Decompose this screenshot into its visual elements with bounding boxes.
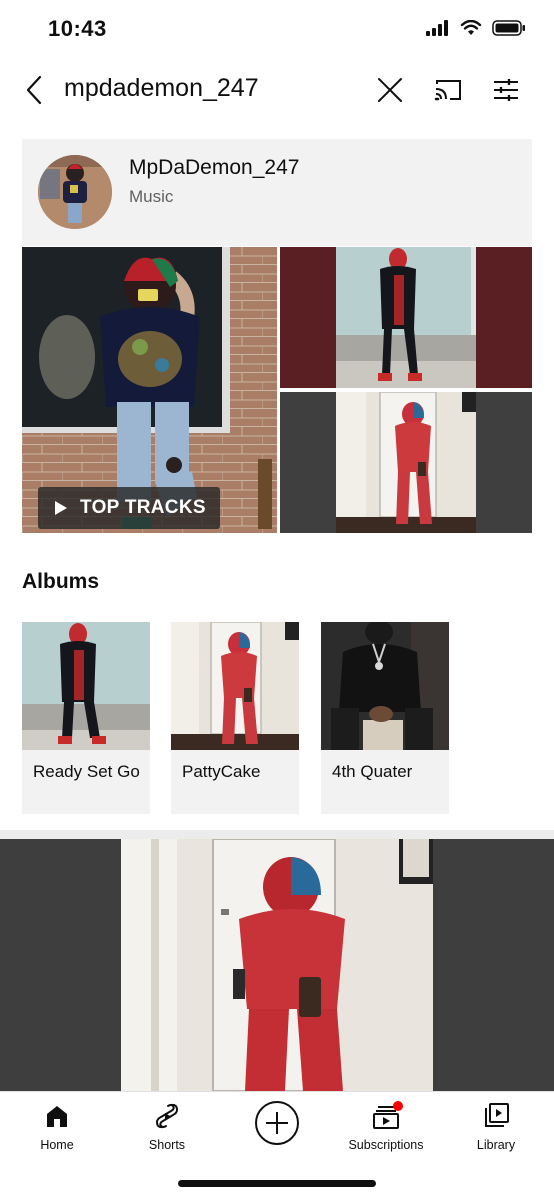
section-divider: [0, 830, 554, 839]
top-tracks-tile[interactable]: TOP TRACKS: [22, 247, 277, 533]
close-icon: [378, 78, 402, 102]
nav-label-library: Library: [476, 1138, 516, 1152]
album-art-4th-quater: [321, 622, 449, 750]
album-art-ready-set-go: [22, 622, 150, 750]
artist-card[interactable]: MpDaDemon_247 Music: [22, 139, 532, 246]
artist-category: Music: [129, 187, 174, 206]
artist-mosaic: TOP TRACKS: [22, 247, 532, 533]
mosaic-tile-top-right[interactable]: [280, 247, 532, 388]
back-button[interactable]: [18, 72, 50, 108]
search-header: mpdademon_247: [0, 60, 554, 120]
search-input[interactable]: mpdademon_247: [64, 74, 259, 103]
library-icon: [485, 1103, 509, 1127]
shorts-icon: [155, 1103, 179, 1129]
mosaic-photo-top-right: [280, 247, 532, 388]
create-button[interactable]: [254, 1100, 300, 1146]
album-art-pattycake: [171, 622, 299, 750]
status-time: 10:43: [48, 16, 107, 41]
albums-heading: Albums: [22, 570, 100, 593]
nav-item-shorts[interactable]: Shorts: [117, 1102, 217, 1158]
album-card-ready-set-go[interactable]: Ready Set Go: [22, 622, 150, 814]
mosaic-tile-bottom-right[interactable]: [280, 392, 532, 533]
nav-item-home[interactable]: Home: [7, 1102, 107, 1158]
top-tracks-label: TOP TRACKS: [80, 497, 206, 518]
status-icons: [426, 20, 526, 36]
notification-dot: [393, 1101, 403, 1111]
home-indicator[interactable]: [178, 1180, 376, 1187]
chevron-left-icon: [26, 75, 42, 105]
filter-sliders-icon: [494, 79, 518, 101]
album-cover: [171, 622, 299, 750]
top-tracks-button[interactable]: TOP TRACKS: [38, 487, 220, 529]
artist-photo: [38, 155, 112, 229]
clear-search-button[interactable]: [372, 72, 408, 108]
battery-icon: [492, 20, 525, 36]
video-still: [121, 839, 433, 1091]
album-card-4th-quater[interactable]: 4th Quater: [321, 622, 449, 814]
home-icon: [47, 1106, 67, 1127]
cast-button[interactable]: [430, 72, 466, 108]
wifi-icon: [460, 20, 482, 35]
create-plus-icon: [255, 1101, 299, 1145]
album-card-pattycake[interactable]: PattyCake: [171, 622, 299, 814]
album-title: 4th Quater: [332, 762, 413, 781]
play-icon: [55, 501, 67, 515]
mosaic-photo-bottom-right: [280, 392, 532, 533]
status-bar: 10:43: [0, 0, 554, 60]
album-cover: [22, 622, 150, 750]
nav-label-shorts: Shorts: [148, 1138, 186, 1152]
video-frame: [121, 839, 433, 1091]
artist-name: MpDaDemon_247: [129, 156, 300, 179]
nav-item-subscriptions[interactable]: Subscriptions: [336, 1101, 436, 1158]
nav-label-subscriptions: Subscriptions: [348, 1138, 424, 1152]
nav-label-home: Home: [40, 1138, 74, 1152]
album-cover: [321, 622, 449, 750]
album-title: Ready Set Go: [33, 762, 140, 781]
artist-avatar: [38, 155, 112, 229]
filter-button[interactable]: [488, 72, 524, 108]
cellular-signal-icon: [426, 20, 448, 36]
nav-item-library[interactable]: Library: [446, 1102, 546, 1158]
album-title: PattyCake: [182, 762, 261, 781]
video-thumbnail[interactable]: [0, 839, 554, 1091]
cast-icon: [434, 80, 461, 101]
